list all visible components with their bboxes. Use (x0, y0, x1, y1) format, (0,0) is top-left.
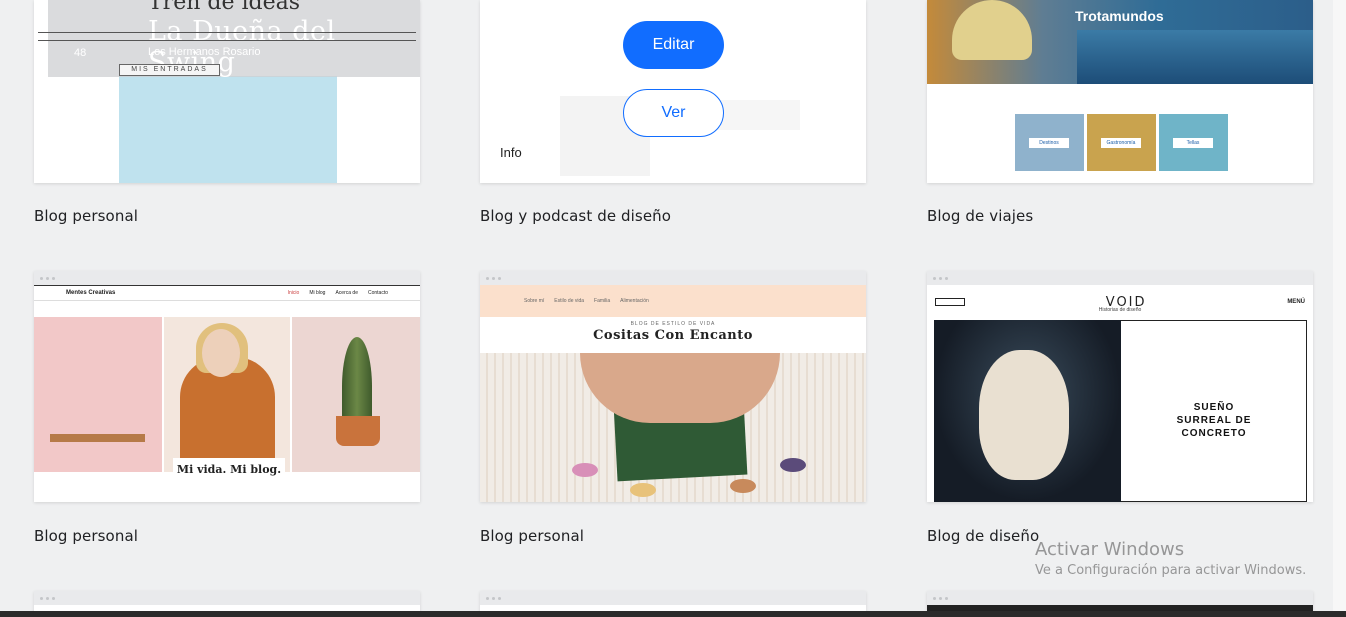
template-card-blog-diseno[interactable]: VOID MENÚ Historias de diseño SUEÑO SURR… (927, 271, 1313, 502)
preview-menu: MENÚ (1287, 299, 1305, 305)
browser-chrome (34, 271, 420, 285)
preview-title: Cositas Con Encanto (593, 328, 753, 343)
preview-header: Mentes Creativas Inicio Mi blog Acerca d… (34, 285, 420, 301)
template-preview-image (34, 317, 420, 472)
overlay-title-top: Tren de ideas (148, 0, 301, 15)
template-preview-image (934, 320, 1121, 502)
preview-subtitle: Historias de diseño (1098, 307, 1142, 313)
browser-chrome (927, 271, 1313, 285)
template-name[interactable]: Blog personal (34, 207, 138, 225)
preview-nav: Sobre mí Estilo de vida Familia Alimenta… (480, 285, 866, 317)
preview-thumbnails: Destinos Gastronomía Tellas (1015, 114, 1228, 171)
windows-activation-title: Activar Windows (1035, 539, 1185, 560)
preview-eyebrow: BLOG DE ESTILO DE VIDA (630, 321, 716, 327)
browser-chrome (480, 271, 866, 285)
entries-label: MIS ENTRADAS (119, 64, 220, 76)
divider (38, 32, 416, 33)
template-card-blog-podcast-diseno[interactable]: Editar Ver Info (480, 0, 866, 183)
preview-brand: Trotamundos (1075, 8, 1164, 24)
template-preview-image (119, 76, 337, 183)
overlay-number: 48 (74, 47, 87, 59)
overlay-subtitle: Los Hermanos Rosario (148, 46, 261, 58)
preview-banner-text: Mi vida. Mi blog. (173, 458, 285, 482)
template-name[interactable]: Blog de diseño (927, 527, 1039, 545)
info-link[interactable]: Info (500, 145, 522, 160)
template-gallery: Tren de ideas La Dueña del Swing Los Her… (0, 0, 1346, 617)
edit-button[interactable]: Editar (623, 21, 724, 69)
template-name[interactable]: Blog personal (34, 527, 138, 545)
windows-activation-subtitle: Ve a Configuración para activar Windows. (1035, 563, 1307, 578)
template-card-blog-personal-1[interactable]: Tren de ideas La Dueña del Swing Los Her… (34, 0, 420, 183)
template-card-blog-personal-3[interactable]: Sobre mí Estilo de vida Familia Alimenta… (480, 271, 866, 502)
template-name[interactable]: Blog personal (480, 527, 584, 545)
template-preview-image (480, 353, 866, 502)
template-preview-image: Trotamundos (927, 0, 1313, 84)
taskbar-edge (0, 611, 1346, 617)
scrollbar[interactable] (1333, 0, 1346, 617)
template-card-blog-personal-2[interactable]: Mentes Creativas Inicio Mi blog Acerca d… (34, 271, 420, 502)
template-name[interactable]: Blog de viajes (927, 207, 1033, 225)
divider (38, 40, 416, 41)
template-card-blog-viajes[interactable]: Trotamundos Destinos Gastronomía Tellas (927, 0, 1313, 183)
template-name[interactable]: Blog y podcast de diseño (480, 207, 671, 225)
view-button[interactable]: Ver (623, 89, 724, 137)
preview-headline: SUEÑO SURREAL DE CONCRETO (1176, 402, 1252, 439)
